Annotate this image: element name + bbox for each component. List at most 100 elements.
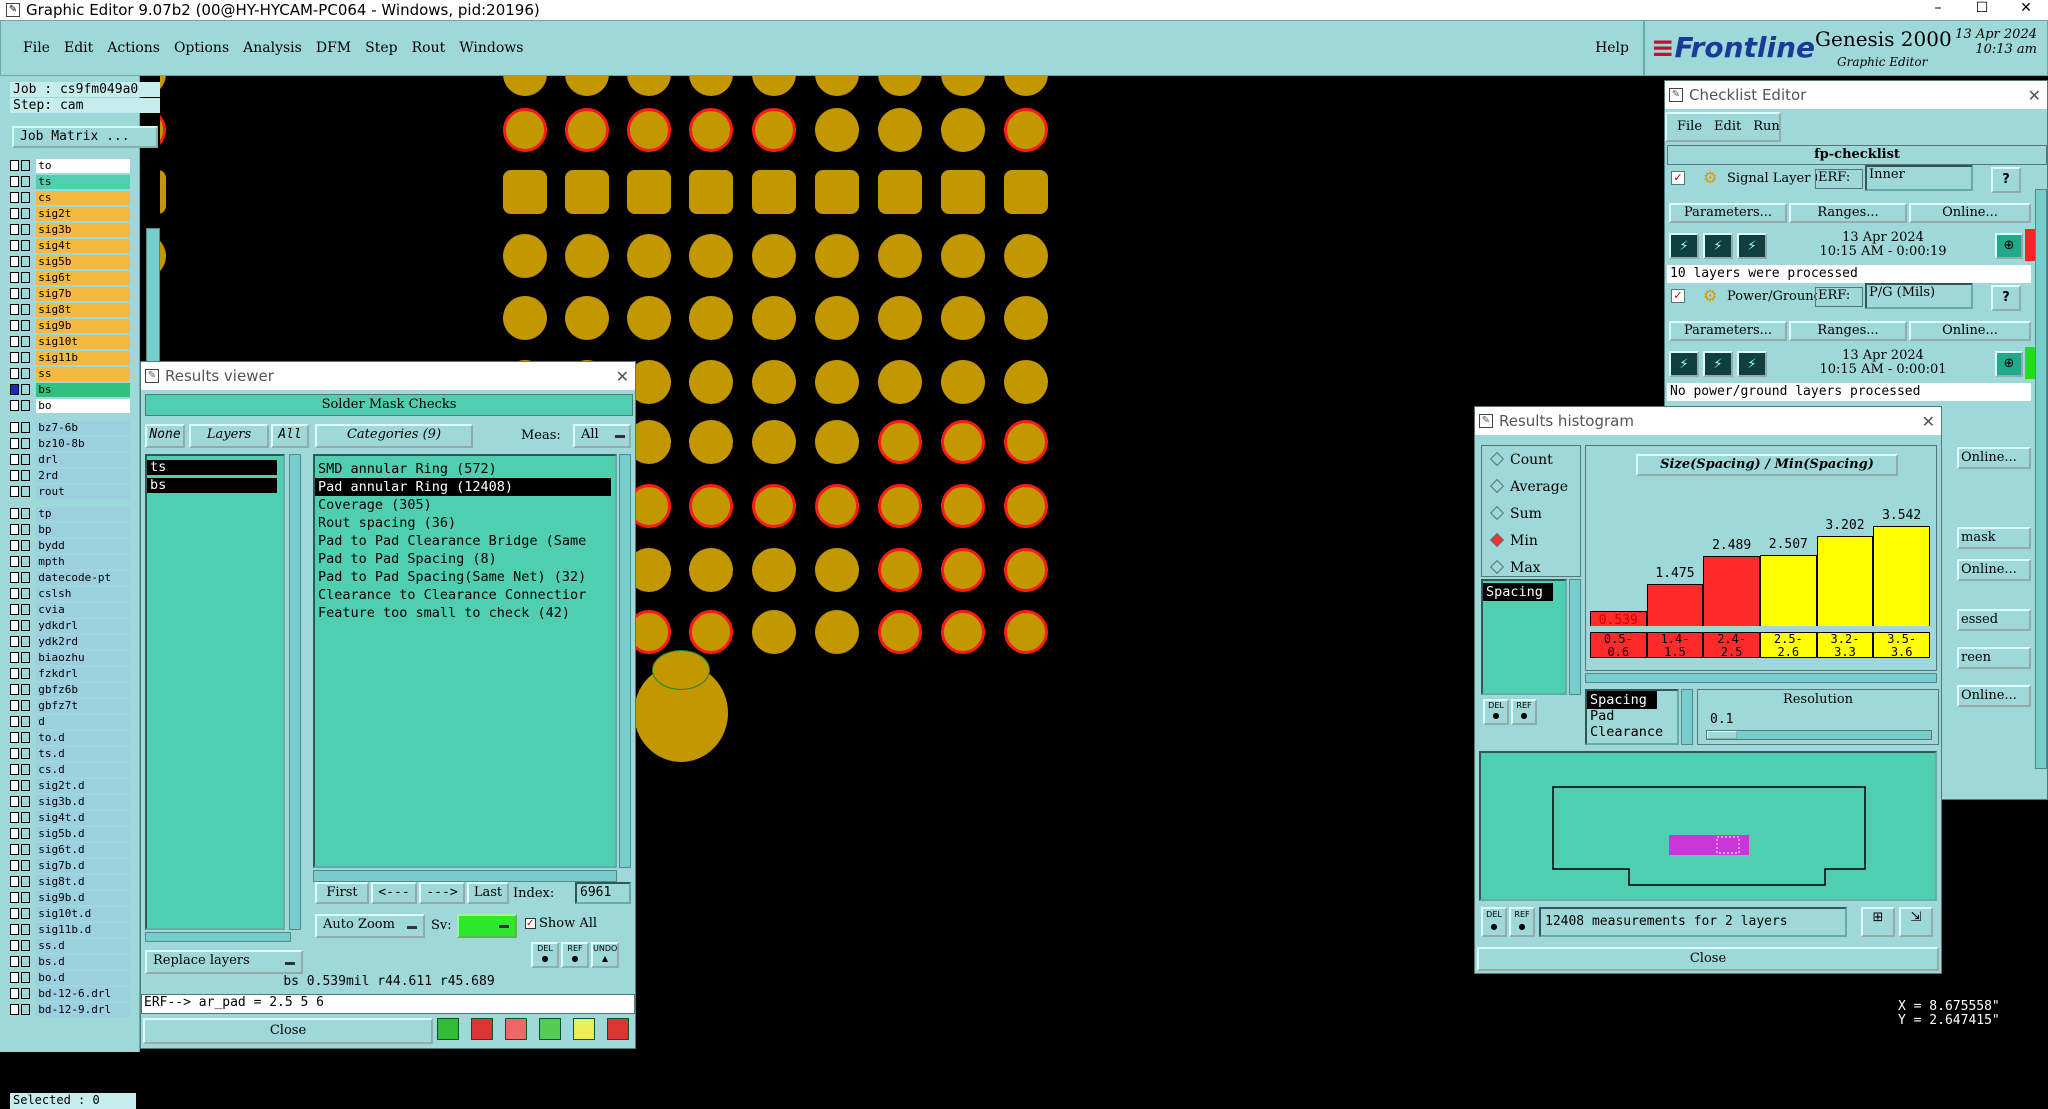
layer-row-to[interactable]: to [10,158,131,173]
layer-affected-checkbox[interactable] [21,716,31,727]
erf-field[interactable]: P/G (Mils) [1865,283,1973,309]
histogram-bar[interactable] [1873,526,1930,626]
pad[interactable] [627,234,671,278]
layer-affected-checkbox[interactable] [21,336,31,347]
layer-row-bo-d[interactable]: bo.d [10,970,131,985]
layer-row-ydk2rd[interactable]: ydk2rd [10,634,131,649]
layer-affected-checkbox[interactable] [21,508,31,519]
layer-row-bd-12-6-drl[interactable]: bd-12-6.drl [10,986,131,1001]
menu-windows[interactable]: Windows [459,40,523,56]
layer-row-sig11b[interactable]: sig11b [10,350,131,365]
layer-row-bo[interactable]: bo [10,398,131,413]
layer-visibility-checkbox[interactable] [10,812,20,823]
pad[interactable] [689,170,733,214]
show-all-checkbox[interactable]: ✓ [525,918,536,929]
layer-row-sig10t-d[interactable]: sig10t.d [10,906,131,921]
pad[interactable] [815,108,859,152]
pad[interactable] [752,234,796,278]
prev-button[interactable]: <--- [371,882,417,904]
layer-affected-checkbox[interactable] [21,224,31,235]
del-icon[interactable]: DEL ● [1481,907,1507,937]
pad[interactable] [815,360,859,404]
layer-row-sig6t-d[interactable]: sig6t.d [10,842,131,857]
layer-affected-checkbox[interactable] [21,208,31,219]
none-button[interactable]: None [145,424,185,448]
menu-analysis[interactable]: Analysis [243,40,302,56]
ref-icon[interactable]: REF ● [561,942,589,968]
replace-layers-dropdown[interactable]: Replace layers [145,950,303,974]
pad[interactable] [878,234,922,278]
layer-affected-checkbox[interactable] [21,524,31,535]
report-icon[interactable] [539,1018,561,1040]
pad[interactable] [752,484,796,528]
stop-icon[interactable] [471,1018,493,1040]
histogram-bar[interactable] [1646,584,1704,626]
pad[interactable] [1004,170,1048,214]
export-icon[interactable]: ⇲ [1899,907,1933,937]
pad[interactable] [627,108,671,152]
layer-affected-checkbox[interactable] [21,604,31,615]
layer-affected-checkbox[interactable] [21,272,31,283]
pad[interactable] [503,234,547,278]
category-item[interactable]: Rout spacing (36) [315,514,456,532]
layer-affected-checkbox[interactable] [21,192,31,203]
histogram-bar[interactable] [1760,555,1817,626]
layer-affected-checkbox[interactable] [21,700,31,711]
layer-row-bydd[interactable]: bydd [10,538,131,553]
layer-result-item[interactable]: ts [147,460,277,475]
layer-visibility-checkbox[interactable] [10,764,20,775]
checklist-partial-label[interactable]: mask [1957,527,2031,549]
layer-affected-checkbox[interactable] [21,940,31,951]
layer-row-sig9b[interactable]: sig9b [10,318,131,333]
close-icon[interactable]: ✕ [2028,86,2041,105]
menu-dfm[interactable]: DFM [316,40,351,56]
layer-affected-checkbox[interactable] [21,588,31,599]
layer-visibility-checkbox[interactable] [10,176,20,187]
pad[interactable] [565,234,609,278]
layer-visibility-checkbox[interactable] [10,956,20,967]
layer-row-to-d[interactable]: to.d [10,730,131,745]
layer-row-sig7b-d[interactable]: sig7b.d [10,858,131,873]
pad[interactable] [752,420,796,464]
online-button[interactable]: Online... [1909,321,2031,341]
attr-scrollbar[interactable] [1569,579,1581,695]
layer-row-bp[interactable]: bp [10,522,131,537]
layer-affected-checkbox[interactable] [21,892,31,903]
layer-affected-checkbox[interactable] [21,796,31,807]
pad[interactable] [752,108,796,152]
layer-row-sig4t-d[interactable]: sig4t.d [10,810,131,825]
layer-affected-checkbox[interactable] [21,1004,31,1015]
pad[interactable] [878,108,922,152]
help-icon[interactable]: ? [1991,285,2021,311]
histogram-bar[interactable] [1703,556,1760,626]
menu-help[interactable]: Help [1595,40,1629,56]
layer-row-drl[interactable]: drl [10,452,131,467]
layer-row-gbfz6b[interactable]: gbfz6b [10,682,131,697]
layer-row-sig3b-d[interactable]: sig3b.d [10,794,131,809]
first-button[interactable]: First [315,882,369,904]
layer-visibility-checkbox[interactable] [10,828,20,839]
layer-visibility-checkbox[interactable] [10,748,20,759]
ranges-button[interactable]: Ranges... [1789,203,1907,223]
layer-affected-checkbox[interactable] [21,924,31,935]
pad[interactable] [160,108,166,152]
checklist-menu-edit[interactable]: Edit [1714,114,1741,140]
layer-row-ts-d[interactable]: ts.d [10,746,131,761]
layer-row-sig5b-d[interactable]: sig5b.d [10,826,131,841]
layer-affected-checkbox[interactable] [21,320,31,331]
layer-row-sig3b[interactable]: sig3b [10,222,131,237]
layer-affected-checkbox[interactable] [21,812,31,823]
list-item[interactable]: Spacing [1483,583,1553,601]
layer-visibility-checkbox[interactable] [10,636,20,647]
layer-row-ts[interactable]: ts [10,174,131,189]
zoom-results-icon[interactable]: ⊕ [1995,233,2023,259]
layer-list-scrollbar[interactable] [289,454,301,930]
layer-row-cslsh[interactable]: cslsh [10,586,131,601]
layer-affected-checkbox[interactable] [21,160,31,171]
all-button[interactable]: All [271,424,309,448]
pad[interactable] [752,360,796,404]
pad[interactable] [503,170,547,214]
layer-affected-checkbox[interactable] [21,764,31,775]
pad[interactable] [941,484,985,528]
checklist-partial-label[interactable]: reen [1957,647,2031,669]
